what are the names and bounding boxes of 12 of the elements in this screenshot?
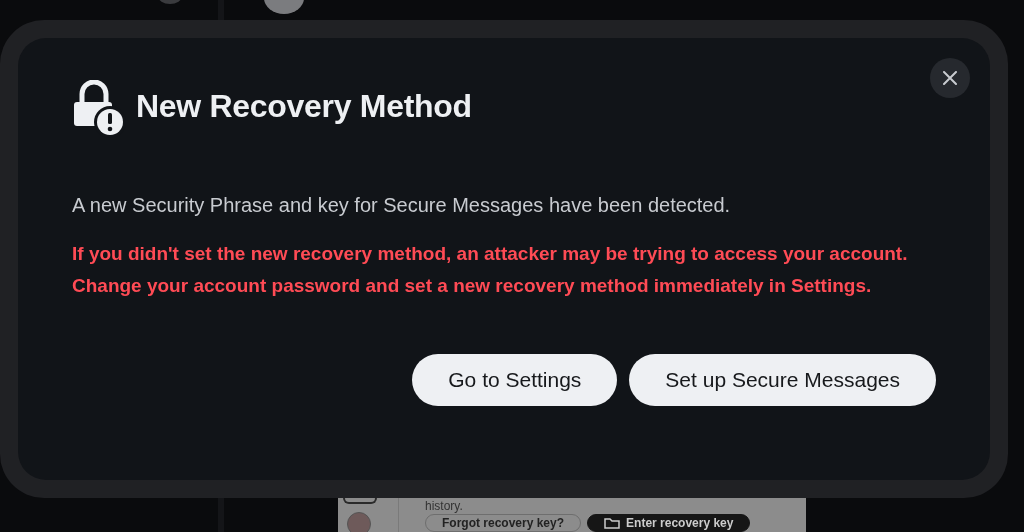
round-icon (347, 512, 371, 532)
dialog-button[interactable]: Set up Secure Messages (629, 354, 936, 406)
dialog-button[interactable]: Forgot recovery key? (425, 514, 582, 532)
dialog-button[interactable]: Enter recovery key (587, 514, 751, 532)
warning-text: If you didn't set the new recovery method, an attacker may be trying to access your account. Change your account password and set a new recovery method immediately in Settings. (72, 242, 909, 298)
dialog-button[interactable]: Go to Settings (412, 354, 618, 406)
dialog-text: history. (425, 499, 464, 513)
dialog-description: A new Security Phrase and key for Secure Messages have been detected. (72, 193, 732, 218)
close-button[interactable] (930, 58, 970, 98)
dialog-title: New Recovery Method (136, 87, 472, 125)
close-icon (943, 71, 957, 85)
folder-icon (604, 517, 621, 529)
